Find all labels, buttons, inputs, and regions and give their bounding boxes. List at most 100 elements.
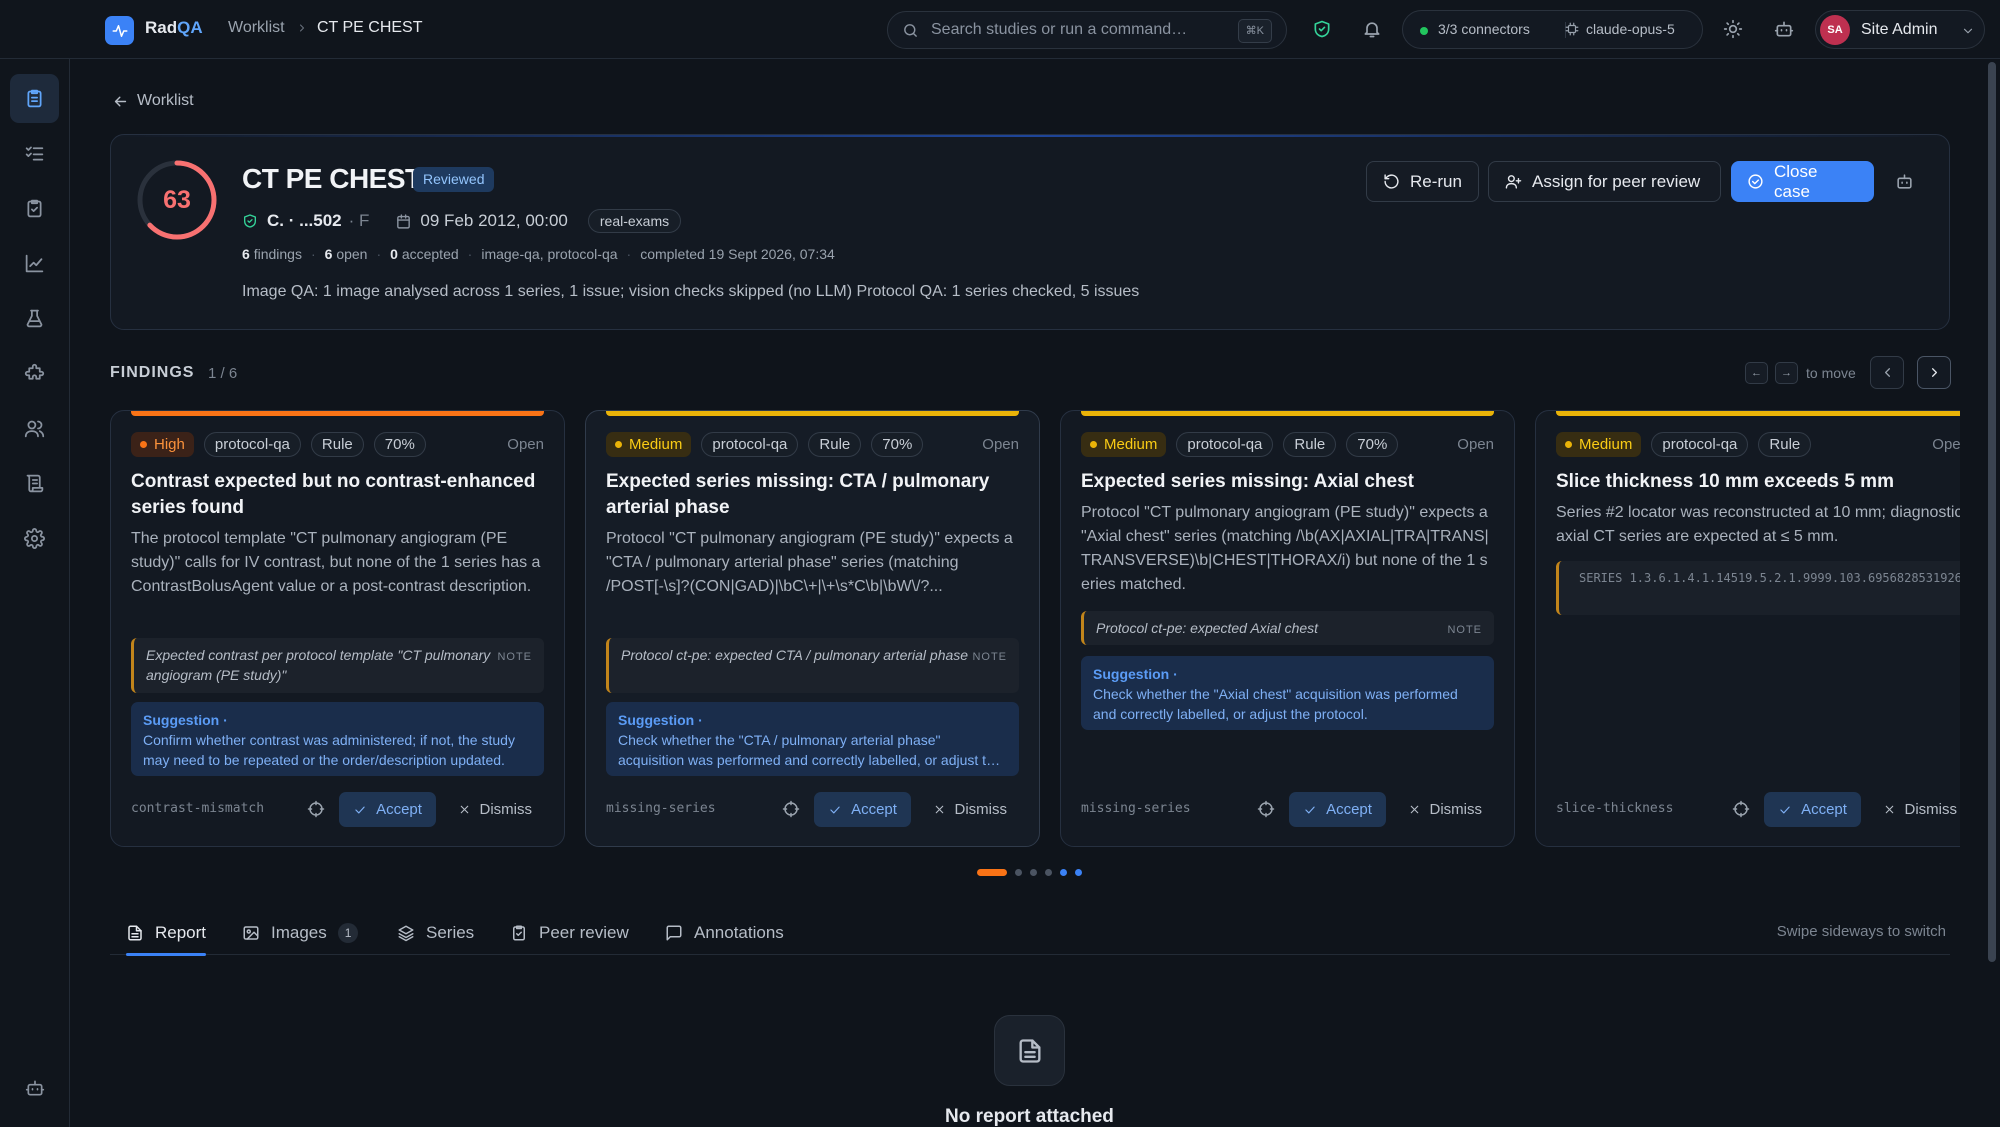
suggestion-text: Check whether the "CTA / pulmonary arter… — [618, 732, 1002, 768]
bot-icon — [25, 1080, 44, 1095]
severity-badge: Medium — [606, 432, 692, 457]
connector-status[interactable]: 3/3 connectors claude-opus-5 — [1402, 10, 1703, 49]
theme-sun-icon[interactable] — [1723, 19, 1743, 39]
arrow-left-icon — [114, 96, 127, 106]
breadcrumb-worklist[interactable]: Worklist — [228, 19, 285, 37]
user-name: Site Admin — [1861, 21, 1938, 38]
finding-card[interactable]: Medium protocol-qa Rule 70% Open Expecte… — [1060, 410, 1515, 847]
finding-suggestion: Suggestion · Confirm whether contrast wa… — [131, 702, 544, 776]
empty-report-file-icon — [994, 1015, 1065, 1086]
notifications-bell-icon[interactable] — [1362, 19, 1382, 39]
locate-crosshair-icon[interactable] — [307, 800, 325, 818]
findings-label: findings — [253, 246, 302, 262]
sidebar-item-users[interactable] — [10, 404, 59, 453]
suggestion-text: Confirm whether contrast was administere… — [143, 732, 515, 768]
tab-peer-review[interactable]: Peer review — [510, 910, 629, 955]
assistant-bot-icon[interactable] — [1774, 19, 1794, 39]
assign-peer-review-button[interactable]: Assign for peer review — [1488, 161, 1721, 202]
finding-card[interactable]: High protocol-qa Rule 70% Open Contrast … — [110, 410, 565, 847]
sidebar-item-tasks[interactable] — [10, 129, 59, 178]
avatar: SA — [1820, 15, 1850, 45]
finding-description: Series #2 locator was reconstructed at 1… — [1556, 504, 1960, 545]
sidebar — [0, 59, 70, 1127]
back-to-worklist-link[interactable]: Worklist — [112, 92, 194, 110]
accepted-label: accepted — [401, 246, 459, 262]
accept-button[interactable]: Accept — [814, 792, 911, 827]
pager-dot[interactable] — [1045, 868, 1052, 876]
tab-report[interactable]: Report — [126, 910, 207, 956]
dismiss-button[interactable]: Dismiss — [1408, 801, 1482, 818]
search-placeholder: Search studies or run a command… — [931, 21, 1188, 38]
sidebar-item-worklist[interactable] — [10, 74, 59, 123]
pager-dot[interactable] — [1015, 868, 1022, 876]
key-left-hint: ← — [1745, 362, 1768, 384]
accepted-count: 0 — [390, 246, 398, 262]
user-plus-icon — [1505, 175, 1522, 189]
pager-dot[interactable] — [1060, 868, 1067, 876]
model-name: claude-opus-5 — [1586, 21, 1675, 37]
clipboard-check-icon — [27, 199, 42, 218]
sidebar-item-analytics[interactable] — [10, 239, 59, 288]
close-case-button[interactable]: Close case — [1731, 161, 1874, 202]
user-menu[interactable]: SA Site Admin — [1815, 10, 1985, 49]
finding-note: Protocol ct-pe: expected Axial chest NOT… — [1081, 611, 1494, 645]
finding-card[interactable]: Medium protocol-qa Rule Open Slice thick… — [1535, 410, 1960, 847]
rerun-label: Re-run — [1410, 171, 1462, 191]
findings-position: 1 / 6 — [208, 365, 238, 382]
card-accent-line — [111, 135, 1949, 137]
confidence-chip: 70% — [1346, 432, 1399, 457]
search-input[interactable]: Search studies or run a command… ⌘K — [887, 11, 1287, 49]
finding-state: Open — [1932, 436, 1960, 453]
sidebar-item-reports[interactable] — [10, 459, 59, 508]
finding-card[interactable]: Medium protocol-qa Rule 70% Open Expecte… — [585, 410, 1040, 847]
sidebar-item-assistant[interactable] — [10, 1063, 59, 1112]
rerun-button[interactable]: Re-run — [1366, 161, 1479, 202]
sidebar-item-protocols[interactable] — [10, 294, 59, 343]
kind-chip: Rule — [310, 432, 364, 457]
note-label: NOTE — [497, 651, 532, 663]
severity-badge: Medium — [1556, 432, 1642, 457]
locate-crosshair-icon[interactable] — [1257, 800, 1275, 818]
dismiss-button[interactable]: Dismiss — [1883, 801, 1957, 818]
accept-button[interactable]: Accept — [339, 792, 436, 827]
severity-badge: High — [131, 432, 194, 457]
dataset-tag[interactable]: real-exams — [587, 209, 682, 233]
locate-crosshair-icon[interactable] — [1732, 800, 1750, 818]
accept-button[interactable]: Accept — [1764, 792, 1861, 827]
locate-crosshair-icon[interactable] — [782, 800, 800, 818]
scroll-icon — [26, 474, 44, 493]
tab-series[interactable]: Series — [397, 910, 474, 955]
severity-bar — [1081, 411, 1494, 416]
flask-icon — [26, 309, 43, 328]
app-logo-icon[interactable] — [105, 16, 134, 45]
sidebar-item-review[interactable] — [10, 184, 59, 233]
accept-button[interactable]: Accept — [1289, 792, 1386, 827]
severity-badge: Medium — [1081, 432, 1167, 457]
tab-annotations[interactable]: Annotations — [665, 910, 784, 955]
rotate-ccw-icon — [1384, 174, 1399, 189]
tab-images[interactable]: Images 1 — [242, 910, 359, 955]
pager-dot[interactable] — [977, 868, 1007, 876]
finding-description: Protocol "CT pulmonary angiogram (PE stu… — [606, 530, 1013, 595]
check-icon — [1780, 806, 1790, 813]
suggestion-heading: Suggestion · — [143, 712, 228, 728]
next-finding-button[interactable] — [1917, 356, 1951, 389]
users-icon — [24, 420, 45, 438]
case-meta: C. · ...502 · F 09 Feb 2012, 00:00 real-… — [242, 209, 682, 233]
dismiss-button[interactable]: Dismiss — [933, 801, 1007, 818]
close-icon — [1885, 805, 1893, 814]
findings-pager — [977, 868, 1082, 876]
finding-suggestion: Suggestion · Check whether the "CTA / pu… — [606, 702, 1019, 776]
dismiss-button[interactable]: Dismiss — [458, 801, 532, 818]
page-scrollbar[interactable] — [1988, 62, 1996, 962]
pager-dot[interactable] — [1030, 868, 1037, 876]
previous-finding-button[interactable] — [1870, 356, 1904, 389]
sidebar-item-integrations[interactable] — [10, 349, 59, 398]
sidebar-item-settings[interactable] — [10, 514, 59, 563]
line-chart-icon — [25, 254, 44, 273]
pager-dot[interactable] — [1075, 868, 1082, 876]
note-label: NOTE — [972, 651, 1007, 663]
app-brand[interactable]: RadQA — [145, 18, 203, 38]
shield-check-icon[interactable] — [1312, 19, 1332, 39]
ask-assistant-bot-icon[interactable] — [1895, 172, 1914, 191]
